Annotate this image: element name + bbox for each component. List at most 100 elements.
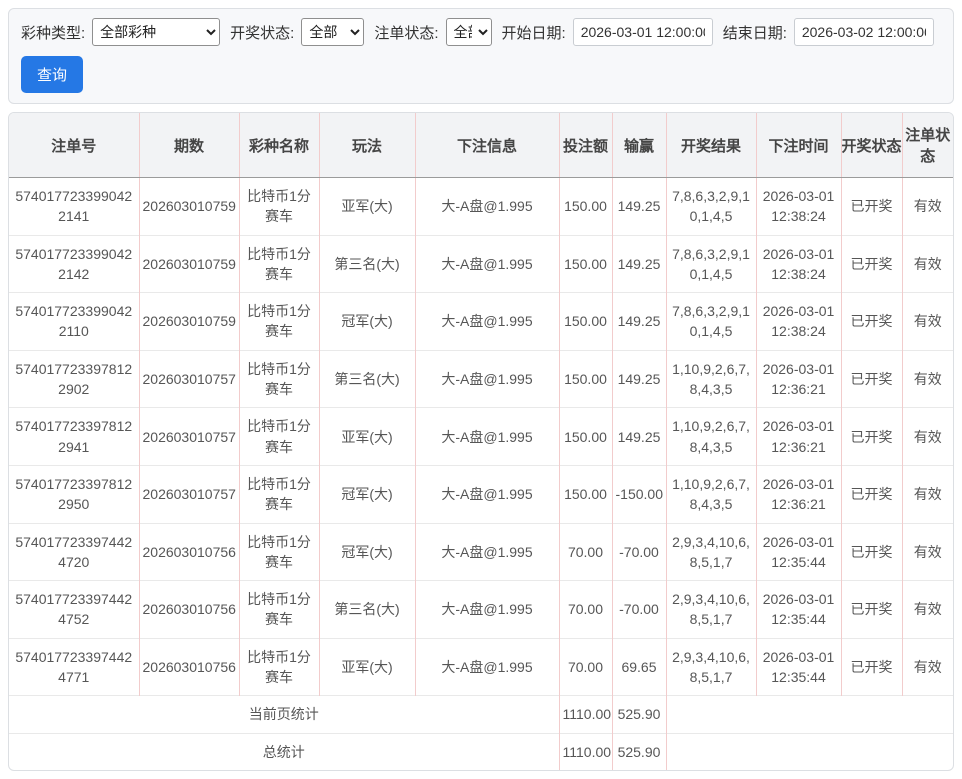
cell-bet-no: 5740177233990422142 xyxy=(9,234,139,293)
cell-draw-status: 已开奖 xyxy=(840,234,902,293)
cell-period: 202603010759 xyxy=(138,234,239,293)
cell-bet-no: 5740177233974424771 xyxy=(9,637,139,696)
cell-bet-amount: 70.00 xyxy=(558,522,612,581)
cell-bet-status: 有效 xyxy=(901,234,953,293)
cell-lottery-name: 比特币1分赛车 xyxy=(238,349,319,408)
lottery-type-select[interactable]: 全部彩种 xyxy=(92,18,221,46)
summary-win-total-current-page: 525.90 xyxy=(611,695,666,734)
cell-period: 202603010757 xyxy=(138,464,239,524)
col-header-draw-status: 开奖状态 xyxy=(840,113,902,178)
table-head: 注单号 期数 彩种名称 玩法 下注信息 投注额 输赢 开奖结果 下注时间 开奖状态 注单状态 xyxy=(9,113,953,178)
cell-bet-info: 大-A盘@1.995 xyxy=(414,464,559,524)
cell-win-loss: -150.00 xyxy=(611,464,666,524)
end-date-input[interactable] xyxy=(793,18,934,46)
button-row: 查询 xyxy=(21,56,941,93)
end-date-label: 结束日期: xyxy=(722,24,787,42)
cell-draw-status: 已开奖 xyxy=(840,349,902,408)
cell-play-type: 亚军(大) xyxy=(318,637,415,696)
cell-period: 202603010756 xyxy=(138,522,239,581)
table-row: 5740177233990422141 202603010759 比特币1分赛车 亚军… xyxy=(9,177,953,236)
cell-bet-status: 有效 xyxy=(901,522,953,581)
col-header-bet-status: 注单状态 xyxy=(901,113,953,178)
cell-bet-amount: 70.00 xyxy=(558,637,612,696)
cell-lottery-name: 比特币1分赛车 xyxy=(238,637,319,696)
cell-lottery-name: 比特币1分赛车 xyxy=(238,177,319,236)
cell-draw-result: 7,8,6,3,2,9,10,1,4,5 xyxy=(665,177,756,236)
cell-bet-no: 5740177233978122950 xyxy=(9,464,139,524)
cell-period: 202603010759 xyxy=(138,177,239,236)
cell-lottery-name: 比特币1分赛车 xyxy=(238,407,319,466)
cell-bet-amount: 150.00 xyxy=(558,177,612,236)
cell-draw-result: 7,8,6,3,2,9,10,1,4,5 xyxy=(665,292,756,351)
cell-draw-status: 已开奖 xyxy=(840,464,902,524)
summary-bet-total-current-page: 1110.00 xyxy=(558,695,612,734)
summary-win-total-total: 525.90 xyxy=(611,732,666,771)
col-header-period: 期数 xyxy=(138,113,239,178)
cell-bet-time: 2026-03-01 12:35:44 xyxy=(755,637,841,696)
cell-play-type: 第三名(大) xyxy=(318,349,415,408)
draw-status-label: 开奖状态: xyxy=(230,24,295,42)
summary-label-total: 总统计 xyxy=(9,732,559,771)
table-row: 5740177233990422142 202603010759 比特币1分赛车 第三… xyxy=(9,234,953,293)
cell-bet-status: 有效 xyxy=(901,177,953,236)
summary-empty-total xyxy=(665,732,953,771)
cell-draw-status: 已开奖 xyxy=(840,522,902,581)
col-header-bet-time: 下注时间 xyxy=(755,113,841,178)
cell-period: 202603010759 xyxy=(138,292,239,351)
cell-bet-info: 大-A盘@1.995 xyxy=(414,637,559,696)
bets-table-container: 注单号 期数 彩种名称 玩法 下注信息 投注额 输赢 开奖结果 下注时间 开奖状态 注单状态 574… xyxy=(8,112,954,772)
cell-win-loss: 149.25 xyxy=(611,349,666,408)
cell-draw-status: 已开奖 xyxy=(840,177,902,236)
cell-draw-result: 2,9,3,4,10,6,8,5,1,7 xyxy=(665,522,756,581)
cell-bet-info: 大-A盘@1.995 xyxy=(414,580,559,639)
cell-period: 202603010757 xyxy=(138,407,239,466)
cell-bet-no: 5740177233974424720 xyxy=(9,522,139,581)
cell-lottery-name: 比特币1分赛车 xyxy=(238,580,319,639)
table-row: 5740177233978122902 202603010757 比特币1分赛车 第三… xyxy=(9,349,953,408)
table-row: 5740177233974424771 202603010756 比特币1分赛车 亚军… xyxy=(9,637,953,696)
cell-win-loss: -70.00 xyxy=(611,522,666,581)
table-row: 5740177233978122950 202603010757 比特币1分赛车 冠军… xyxy=(9,464,953,524)
cell-bet-no: 5740177233974424752 xyxy=(9,580,139,639)
cell-win-loss: 149.25 xyxy=(611,177,666,236)
table-row: 5740177233990422110 202603010759 比特币1分赛车 冠军… xyxy=(9,292,953,351)
cell-bet-amount: 150.00 xyxy=(558,349,612,408)
cell-period: 202603010757 xyxy=(138,349,239,408)
cell-bet-no: 5740177233978122902 xyxy=(9,349,139,408)
cell-bet-no: 5740177233990422110 xyxy=(9,292,139,351)
bet-status-select[interactable]: 全部 xyxy=(445,18,492,46)
cell-bet-amount: 150.00 xyxy=(558,407,612,466)
cell-draw-result: 1,10,9,2,6,7,8,4,3,5 xyxy=(665,349,756,408)
summary-empty-current-page xyxy=(665,695,953,734)
col-header-play-type: 玩法 xyxy=(318,113,415,178)
table-row: 5740177233978122941 202603010757 比特币1分赛车 亚军… xyxy=(9,407,953,466)
start-date-input[interactable] xyxy=(572,18,713,46)
cell-play-type: 冠军(大) xyxy=(318,292,415,351)
table-header-row: 注单号 期数 彩种名称 玩法 下注信息 投注额 输赢 开奖结果 下注时间 开奖状态 注单状态 xyxy=(9,113,953,178)
cell-lottery-name: 比特币1分赛车 xyxy=(238,522,319,581)
cell-lottery-name: 比特币1分赛车 xyxy=(238,464,319,524)
draw-status-select[interactable]: 全部 xyxy=(301,18,365,46)
cell-bet-time: 2026-03-01 12:36:21 xyxy=(755,464,841,524)
cell-bet-time: 2026-03-01 12:35:44 xyxy=(755,580,841,639)
table-summary: 当前页统计 1110.00 525.90 总统计 1110.00 525.90 xyxy=(9,695,953,771)
bet-status-label: 注单状态: xyxy=(374,24,439,42)
col-header-bet-amount: 投注额 xyxy=(558,113,612,178)
cell-bet-time: 2026-03-01 12:38:24 xyxy=(755,177,841,236)
query-button[interactable]: 查询 xyxy=(21,56,84,93)
filter-panel: 彩种类型: 全部彩种 开奖状态: 全部 注单状态: 全部 开始日期: 结束日期:… xyxy=(8,8,954,104)
cell-bet-info: 大-A盘@1.995 xyxy=(414,292,559,351)
cell-bet-time: 2026-03-01 12:36:21 xyxy=(755,349,841,408)
cell-bet-info: 大-A盘@1.995 xyxy=(414,349,559,408)
cell-lottery-name: 比特币1分赛车 xyxy=(238,234,319,293)
summary-label-current-page: 当前页统计 xyxy=(9,695,559,734)
cell-bet-status: 有效 xyxy=(901,637,953,696)
cell-play-type: 第三名(大) xyxy=(318,234,415,293)
cell-bet-info: 大-A盘@1.995 xyxy=(414,522,559,581)
cell-draw-result: 2,9,3,4,10,6,8,5,1,7 xyxy=(665,637,756,696)
cell-play-type: 冠军(大) xyxy=(318,522,415,581)
cell-period: 202603010756 xyxy=(138,637,239,696)
table-row: 5740177233974424720 202603010756 比特币1分赛车 冠军… xyxy=(9,522,953,581)
cell-bet-status: 有效 xyxy=(901,349,953,408)
cell-bet-status: 有效 xyxy=(901,464,953,524)
